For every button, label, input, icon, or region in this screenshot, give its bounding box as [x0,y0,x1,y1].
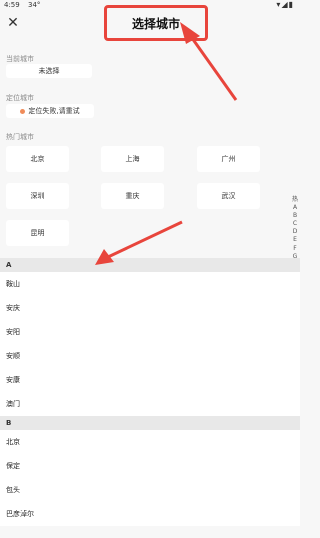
city-list: A 鞍山 安庆 安阳 安顺 安康 澳门 B 北京 保定 包头 巴彦淖尔 [0,258,300,526]
header: ✕ 选择城市 [0,5,300,41]
hot-city-item[interactable]: 北京 [6,146,69,172]
group-header-a: A [0,258,300,272]
list-item[interactable]: 安顺 [0,344,300,368]
current-city-label: 当前城市 [6,55,34,63]
list-item[interactable]: 北京 [0,430,300,454]
index-letter[interactable]: B [290,212,300,220]
page-title: 选择城市 [104,5,208,41]
status-icons: ▾◢▮ [276,0,294,9]
hot-city-item[interactable]: 深圳 [6,183,69,209]
list-item[interactable]: 包头 [0,478,300,502]
hot-city-label: 热门城市 [6,133,34,141]
current-city-value: 未选择 [38,67,60,75]
list-item[interactable]: 安庆 [0,296,300,320]
index-letter[interactable]: C [290,220,300,228]
group-header-b: B [0,416,300,430]
list-item[interactable]: 保定 [0,454,300,478]
list-item[interactable]: 安康 [0,368,300,392]
close-icon[interactable]: ✕ [5,14,21,32]
locate-city-label: 定位城市 [6,94,34,102]
location-pin-icon [20,108,26,114]
status-temperature: 34° [28,1,41,9]
status-time: 4:59 [4,1,20,9]
hot-city-item[interactable]: 上海 [101,146,164,172]
current-city-chip[interactable]: 未选择 [6,64,92,78]
list-item[interactable]: 安阳 [0,320,300,344]
list-item[interactable]: 巴彦淖尔 [0,502,300,526]
hot-city-item[interactable]: 重庆 [101,183,164,209]
hot-city-item[interactable]: 武汉 [197,183,260,209]
index-letter[interactable]: F [290,245,300,253]
locate-city-chip[interactable]: 定位失败,请重试 [6,104,94,118]
hot-city-item[interactable]: 广州 [197,146,260,172]
hot-city-item[interactable]: 昆明 [6,220,69,246]
index-letter[interactable]: D [290,228,300,236]
list-item[interactable]: 鞍山 [0,272,300,296]
list-item[interactable]: 澳门 [0,392,300,416]
locate-city-value: 定位失败,请重试 [28,107,80,115]
index-letter[interactable]: 热 [290,196,300,204]
index-letter[interactable]: A [290,204,300,212]
index-letter[interactable]: E [290,236,300,244]
